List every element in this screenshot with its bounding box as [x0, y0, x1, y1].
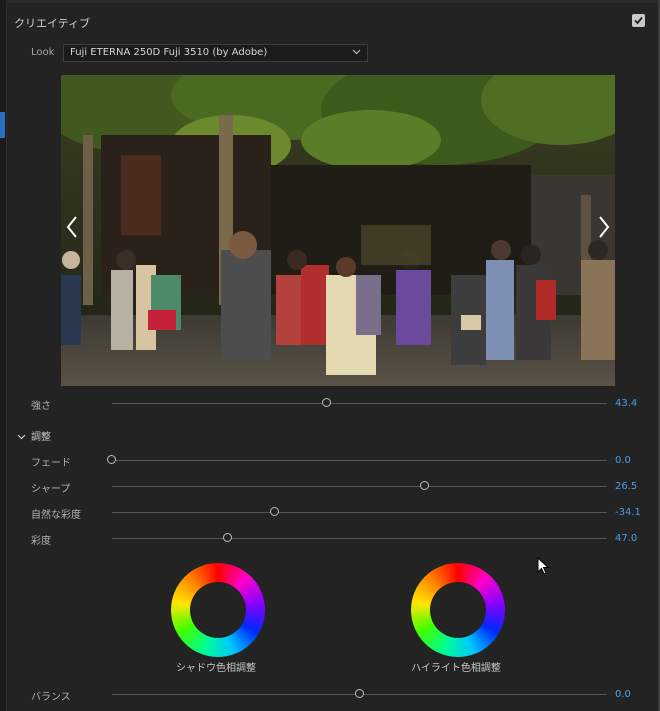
balance-label: バランス: [31, 692, 71, 703]
sharpen-slider[interactable]: [112, 481, 607, 490]
creative-enable-checkbox[interactable]: [632, 14, 645, 27]
balance-slider-handle[interactable]: [354, 689, 364, 698]
vibrance-slider-handle[interactable]: [269, 507, 279, 516]
saturation-slider-handle[interactable]: [223, 533, 233, 542]
intensity-slider-handle[interactable]: [321, 398, 331, 407]
highlight-tint-label: ハイライト色相調整: [411, 663, 501, 674]
highlight-tint-wheel[interactable]: [411, 563, 505, 657]
look-dropdown-value: Fuji ETERNA 250D Fuji 3510 (by Adobe): [70, 47, 268, 58]
saturation-value[interactable]: 47.0: [615, 533, 637, 544]
adjustments-title: 調整: [31, 432, 51, 443]
intensity-label: 強さ: [31, 401, 51, 412]
section-title-creative: クリエイティブ: [14, 17, 91, 30]
selection-marker: [0, 112, 5, 138]
vibrance-value[interactable]: -34.1: [615, 507, 641, 518]
saturation-slider[interactable]: [112, 533, 607, 542]
sharpen-label: シャープ: [31, 484, 71, 495]
balance-value[interactable]: 0.0: [615, 689, 631, 700]
fade-label: フェード: [31, 458, 71, 469]
shadow-tint-label: シャドウ色相調整: [176, 663, 256, 674]
top-edge: [6, 0, 660, 3]
sharpen-slider-handle[interactable]: [419, 481, 429, 490]
intensity-slider[interactable]: [112, 398, 607, 407]
balance-slider[interactable]: [112, 689, 607, 698]
mouse-cursor-icon: [537, 557, 549, 575]
look-dropdown[interactable]: Fuji ETERNA 250D Fuji 3510 (by Adobe): [63, 44, 368, 62]
left-panel-edge: [0, 0, 7, 711]
checkmark-icon: [634, 16, 643, 25]
fade-slider-handle[interactable]: [107, 455, 116, 464]
saturation-label: 彩度: [31, 536, 51, 547]
chevron-down-icon: [17, 434, 26, 440]
next-look-icon[interactable]: [597, 215, 611, 239]
fade-value[interactable]: 0.0: [615, 455, 631, 466]
sharpen-value[interactable]: 26.5: [615, 481, 637, 492]
fade-slider[interactable]: [107, 455, 607, 464]
adjustments-header[interactable]: 調整: [17, 428, 51, 443]
vibrance-slider[interactable]: [112, 507, 607, 516]
intensity-value[interactable]: 43.4: [615, 398, 637, 409]
look-label: Look: [31, 47, 55, 58]
previous-look-icon[interactable]: [65, 215, 79, 239]
vibrance-label: 自然な彩度: [31, 510, 81, 521]
preview-photo: [61, 75, 615, 386]
shadow-tint-wheel[interactable]: [171, 563, 265, 657]
look-preview-image: [61, 75, 615, 386]
chevron-down-icon: [352, 49, 361, 55]
